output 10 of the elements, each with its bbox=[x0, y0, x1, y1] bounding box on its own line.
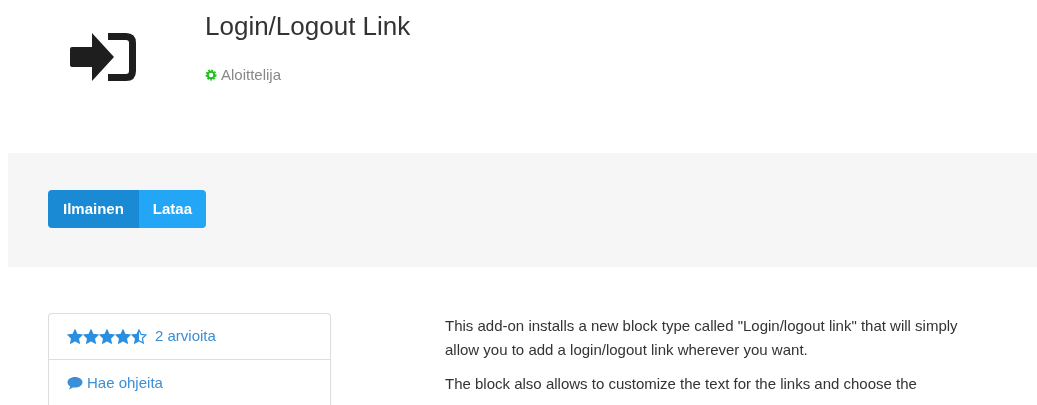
gear-icon bbox=[205, 69, 217, 82]
description-paragraph: The block also allows to customize the text for the links and choose the bbox=[445, 374, 918, 394]
support-link[interactable]: Hae ohjeita bbox=[87, 371, 163, 395]
description-paragraph: This add-on installs a new block type called "Login/logout link" that will simply allow you to add a login/logout link wherever you want. bbox=[445, 316, 959, 360]
price-button[interactable]: Ilmainen bbox=[48, 190, 139, 228]
skill-level: Aloittelija bbox=[221, 65, 282, 85]
download-button[interactable]: Lataa bbox=[138, 190, 207, 228]
addon-title: Login/Logout Link bbox=[205, 11, 411, 41]
speech-bubble-icon bbox=[67, 376, 83, 390]
reviews-link[interactable]: 2 arvioita bbox=[155, 325, 216, 348]
